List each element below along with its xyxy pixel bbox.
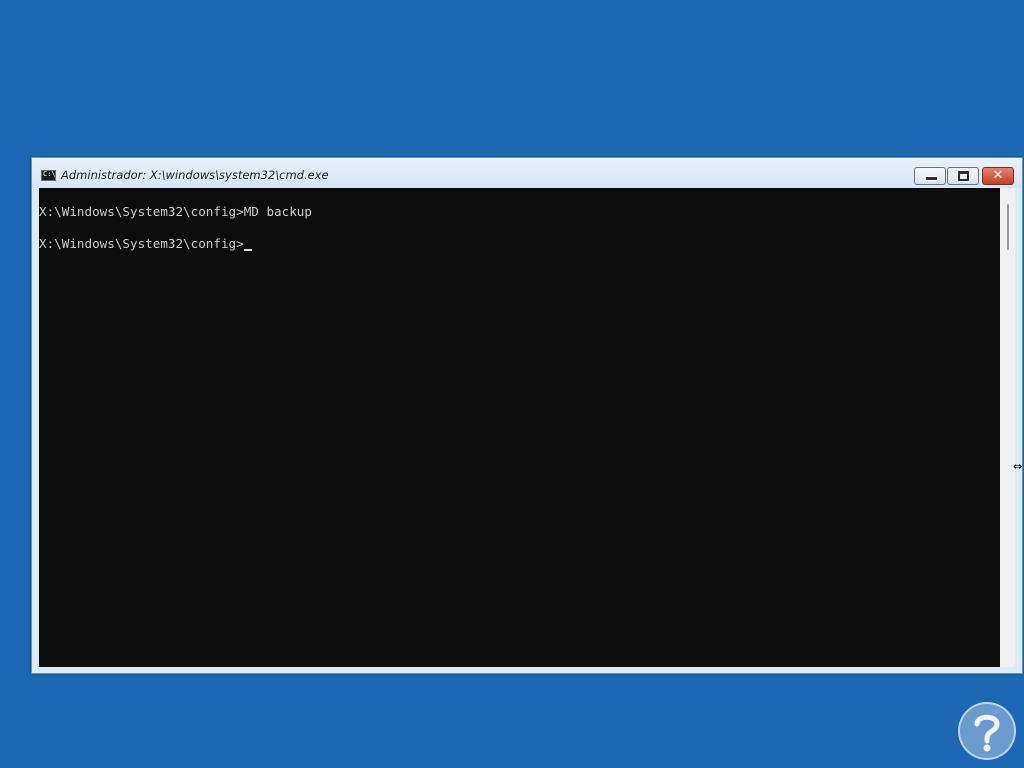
console-line-2-text: X:\Windows\System32\config> [39,236,244,251]
console-line-prompt: X:\Windows\System32\config> [39,236,252,252]
vertical-scrollbar[interactable] [1000,188,1015,667]
cmd-window[interactable]: C:\ Administrador: X:\windows\system32\c… [31,157,1023,674]
console-line-command: X:\Windows\System32\config>MD backup [39,204,312,220]
window-title: Administrador: X:\windows\system32\cmd.e… [61,168,329,182]
resize-cursor-icon: ⇔ [1013,460,1023,473]
minimize-button[interactable] [914,167,946,185]
scrollbar-thumb[interactable] [1007,204,1009,250]
cmd-icon-glyph: C:\ [43,170,56,178]
minimize-icon [925,176,938,181]
maximize-button[interactable] [947,167,979,185]
console-line-1-text: X:\Windows\System32\config>MD backup [39,204,312,219]
close-button[interactable]: ✕ [982,167,1014,185]
cmd-icon[interactable]: C:\ [41,170,56,181]
close-icon: ✕ [992,168,1004,183]
title-bar[interactable]: C:\ Administrador: X:\windows\system32\c… [32,158,1022,188]
text-cursor [243,249,252,251]
question-mark-logo-svg [974,714,1000,752]
question-mark-logo [958,702,1016,760]
console-output[interactable]: X:\Windows\System32\config>MD backup X:\… [39,188,1000,667]
maximize-icon [957,170,970,182]
